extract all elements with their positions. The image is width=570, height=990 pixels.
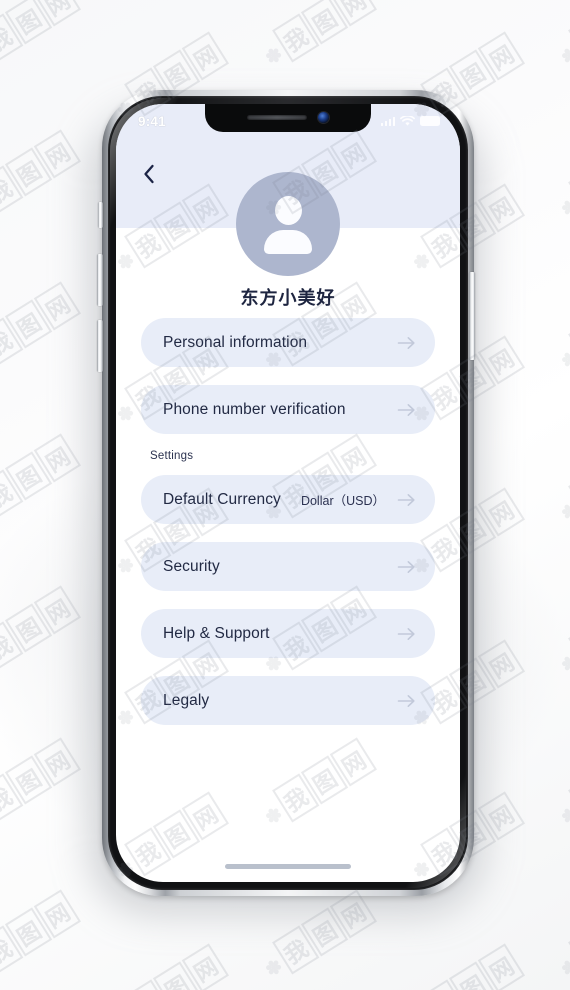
watermark-text: ✽我图网 <box>551 129 570 225</box>
watermark-text: ✽我图网 <box>0 129 82 225</box>
watermark-text: ✽我图网 <box>551 0 570 73</box>
watermark-text: ✽我图网 <box>551 889 570 985</box>
row-value: Dollar（USD） <box>300 494 385 508</box>
silent-switch-button[interactable] <box>98 202 103 228</box>
watermark-text: ✽我图网 <box>0 585 82 681</box>
wifi-icon <box>400 115 415 126</box>
arrow-right-icon <box>397 493 416 507</box>
volume-down-button[interactable] <box>97 320 103 372</box>
watermark-text: ✽我图网 <box>255 0 378 73</box>
row-label: Legaly <box>163 691 210 709</box>
arrow-right-icon <box>397 560 416 574</box>
watermark-text: ✽我图网 <box>551 281 570 377</box>
arrow-right-icon <box>397 403 416 417</box>
row-label: Personal information <box>163 333 308 351</box>
user-avatar-placeholder-icon[interactable] <box>236 172 340 276</box>
watermark-text: ✽我图网 <box>403 943 526 990</box>
watermark-text: ✽我图网 <box>551 433 570 529</box>
watermark-text: ✽我图网 <box>0 0 82 73</box>
row-label: Security <box>163 557 220 575</box>
status-bar-time: 9:41 <box>138 113 166 129</box>
watermark-text: ✽我图网 <box>107 943 230 990</box>
avatar-head-shape <box>274 196 302 225</box>
row-label: Phone number verification <box>163 400 346 418</box>
settings-list: Personal information Phone number verifi… <box>116 318 460 743</box>
phone-screen: 9:41 东方小美好 Personal information Phone nu… <box>116 104 460 882</box>
status-bar-indicators <box>380 115 440 127</box>
power-button[interactable] <box>469 272 475 360</box>
row-default-currency[interactable]: Default Currency Dollar（USD） <box>141 475 435 524</box>
watermark-text: ✽我图网 <box>0 281 82 377</box>
profile-username: 东方小美好 <box>240 288 336 308</box>
row-legaly[interactable]: Legaly <box>141 676 435 725</box>
watermark-text: ✽我图网 <box>0 433 82 529</box>
battery-full-icon <box>420 116 440 126</box>
speaker-grill-icon <box>247 114 307 120</box>
volume-up-button[interactable] <box>97 254 103 306</box>
row-personal-information[interactable]: Personal information <box>141 318 435 367</box>
back-button[interactable] <box>135 160 163 188</box>
cellular-signal-icon <box>380 116 395 126</box>
front-camera-icon <box>318 111 329 123</box>
row-label: Help & Support <box>163 624 270 642</box>
row-help-and-support[interactable]: Help & Support <box>141 609 435 658</box>
watermark-text: ✽我图网 <box>0 737 82 833</box>
row-label: Default Currency <box>163 490 281 508</box>
avatar-body-shape <box>264 230 312 254</box>
row-phone-number-verification[interactable]: Phone number verification <box>141 385 435 434</box>
row-security[interactable]: Security <box>141 542 435 591</box>
watermark-text: ✽我图网 <box>551 585 570 681</box>
home-indicator[interactable] <box>225 864 351 869</box>
watermark-text: ✽我图网 <box>551 737 570 833</box>
back-chevron-icon <box>144 164 154 184</box>
arrow-right-icon <box>397 627 416 641</box>
device-notch <box>205 104 371 132</box>
arrow-right-icon <box>397 694 416 708</box>
watermark-text: ✽我图网 <box>0 889 82 985</box>
phone-mockup: 9:41 东方小美好 Personal information Phone nu… <box>84 84 488 912</box>
arrow-right-icon <box>397 336 416 350</box>
settings-section-title: Settings <box>150 450 194 462</box>
